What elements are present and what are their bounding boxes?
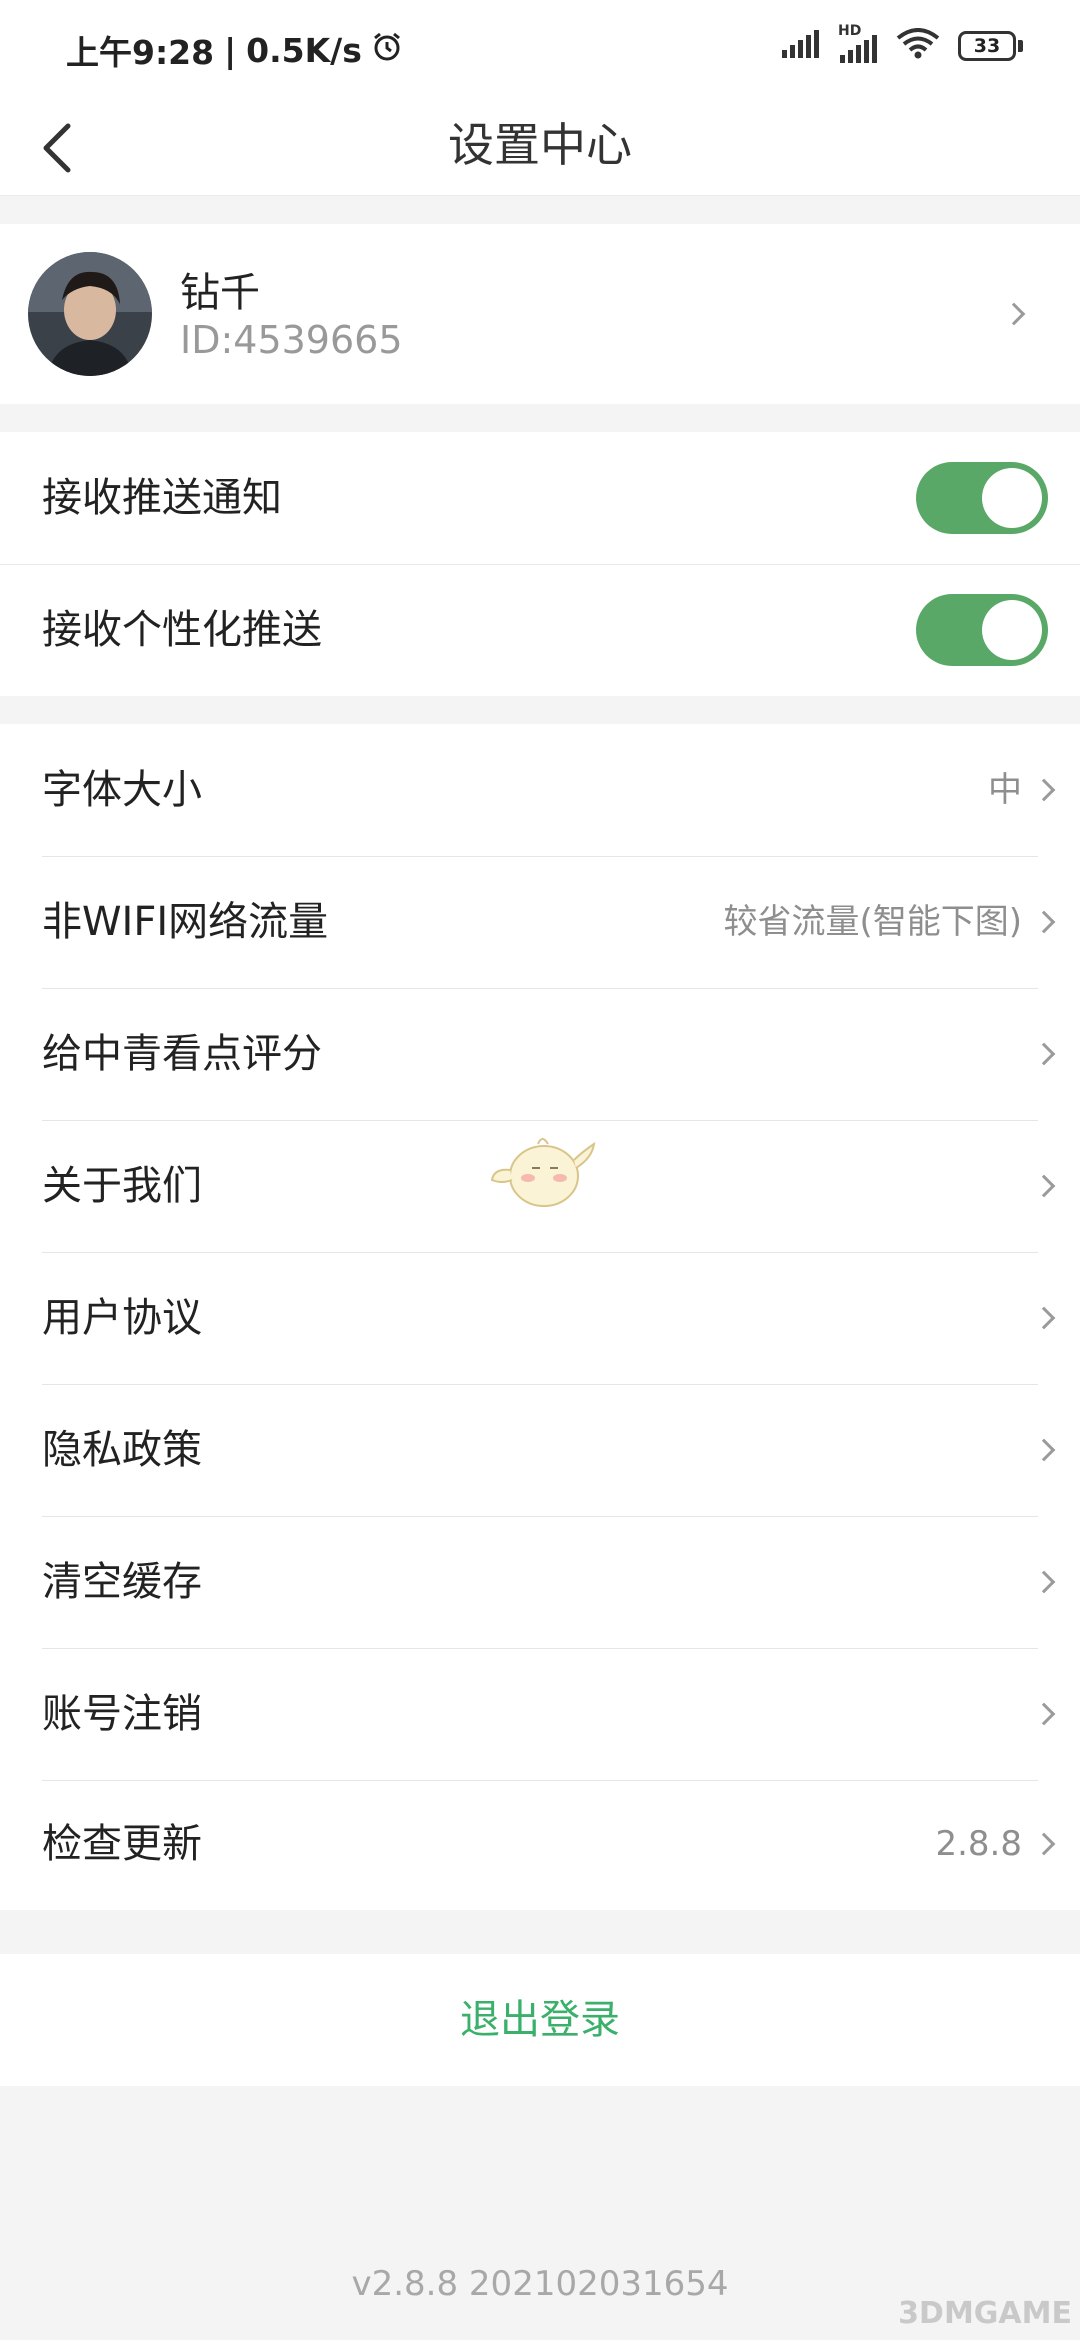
status-bar: 上午9:28 | 0.5K/s HD 33 <box>0 0 1080 96</box>
settings-item-value: 中 <box>988 770 1022 810</box>
toggle-knob <box>982 600 1042 660</box>
status-separator: | <box>224 30 237 70</box>
settings-item-clear-cache[interactable]: 清空缓存 <box>0 1516 1080 1648</box>
logout-button[interactable]: 退出登录 <box>0 1954 1080 2086</box>
settings-item-label: 非WIFI网络流量 <box>42 899 329 945</box>
toggle-row-push[interactable]: 接收推送通知 <box>0 432 1080 564</box>
watermark-logo: 3DMGAME <box>898 2296 1072 2331</box>
chevron-right-icon <box>1032 1702 1056 1726</box>
settings-item-delete-account[interactable]: 账号注销 <box>0 1648 1080 1780</box>
settings-item-value: 较省流量(智能下图) <box>723 902 1022 942</box>
settings-item-label: 关于我们 <box>42 1163 202 1209</box>
settings-item-check-update[interactable]: 检查更新 2.8.8 <box>0 1778 1080 1910</box>
chevron-right-icon <box>1032 1832 1056 1856</box>
wifi-icon <box>896 28 940 64</box>
settings-item-user-agreement[interactable]: 用户协议 <box>0 1252 1080 1384</box>
toggle-card: 接收推送通知 接收个性化推送 <box>0 432 1080 696</box>
profile-id: ID:4539665 <box>180 318 403 362</box>
status-left: 上午9:28 | 0.5K/s <box>66 26 402 74</box>
chevron-right-icon <box>1032 1174 1056 1198</box>
chevron-right-icon <box>1002 302 1026 326</box>
settings-item-value: 2.8.8 <box>935 1824 1022 1864</box>
status-right: HD 33 <box>782 23 1024 64</box>
mascot-sticker <box>488 1124 600 1212</box>
alarm-icon <box>372 31 402 70</box>
toggle-knob <box>982 468 1042 528</box>
page-title: 设置中心 <box>448 118 632 172</box>
settings-item-data-usage[interactable]: 非WIFI网络流量 较省流量(智能下图) <box>0 856 1080 988</box>
chevron-right-icon <box>1032 910 1056 934</box>
logout-label: 退出登录 <box>460 1997 620 2043</box>
settings-item-label: 给中青看点评分 <box>42 1031 322 1077</box>
chevron-right-icon <box>1032 1306 1056 1330</box>
toggle-row-personalized[interactable]: 接收个性化推送 <box>0 564 1080 696</box>
settings-item-rate[interactable]: 给中青看点评分 <box>0 988 1080 1120</box>
avatar <box>28 252 152 376</box>
personalized-toggle[interactable] <box>916 594 1048 666</box>
toggle-label: 接收个性化推送 <box>42 607 322 653</box>
chevron-right-icon <box>1032 1042 1056 1066</box>
settings-item-label: 字体大小 <box>42 767 202 813</box>
settings-list: 字体大小 中 非WIFI网络流量 较省流量(智能下图) 给中青看点评分 关于我们… <box>0 724 1080 1910</box>
settings-item-label: 隐私政策 <box>42 1427 202 1473</box>
push-toggle[interactable] <box>916 462 1048 534</box>
settings-item-privacy[interactable]: 隐私政策 <box>0 1384 1080 1516</box>
settings-item-label: 清空缓存 <box>42 1559 202 1605</box>
chevron-right-icon <box>1032 1570 1056 1594</box>
chevron-right-icon <box>1032 1438 1056 1462</box>
settings-item-font-size[interactable]: 字体大小 中 <box>0 724 1080 856</box>
signal-hd-icon: HD <box>838 23 878 63</box>
status-speed: 0.5K/s <box>246 30 362 70</box>
status-time: 上午9:28 <box>66 33 215 72</box>
settings-item-label: 账号注销 <box>42 1691 202 1737</box>
signal-icon <box>782 30 820 62</box>
settings-item-label: 检查更新 <box>42 1821 202 1867</box>
battery-level: 33 <box>973 35 1001 57</box>
toggle-label: 接收推送通知 <box>42 475 282 521</box>
profile-name: 钻千 <box>180 270 260 316</box>
chevron-right-icon <box>1032 778 1056 802</box>
profile-card[interactable]: 钻千 ID:4539665 <box>0 224 1080 404</box>
settings-item-label: 用户协议 <box>42 1295 202 1341</box>
nav-bar: 设置中心 <box>0 96 1080 196</box>
battery-icon: 33 <box>958 31 1024 61</box>
